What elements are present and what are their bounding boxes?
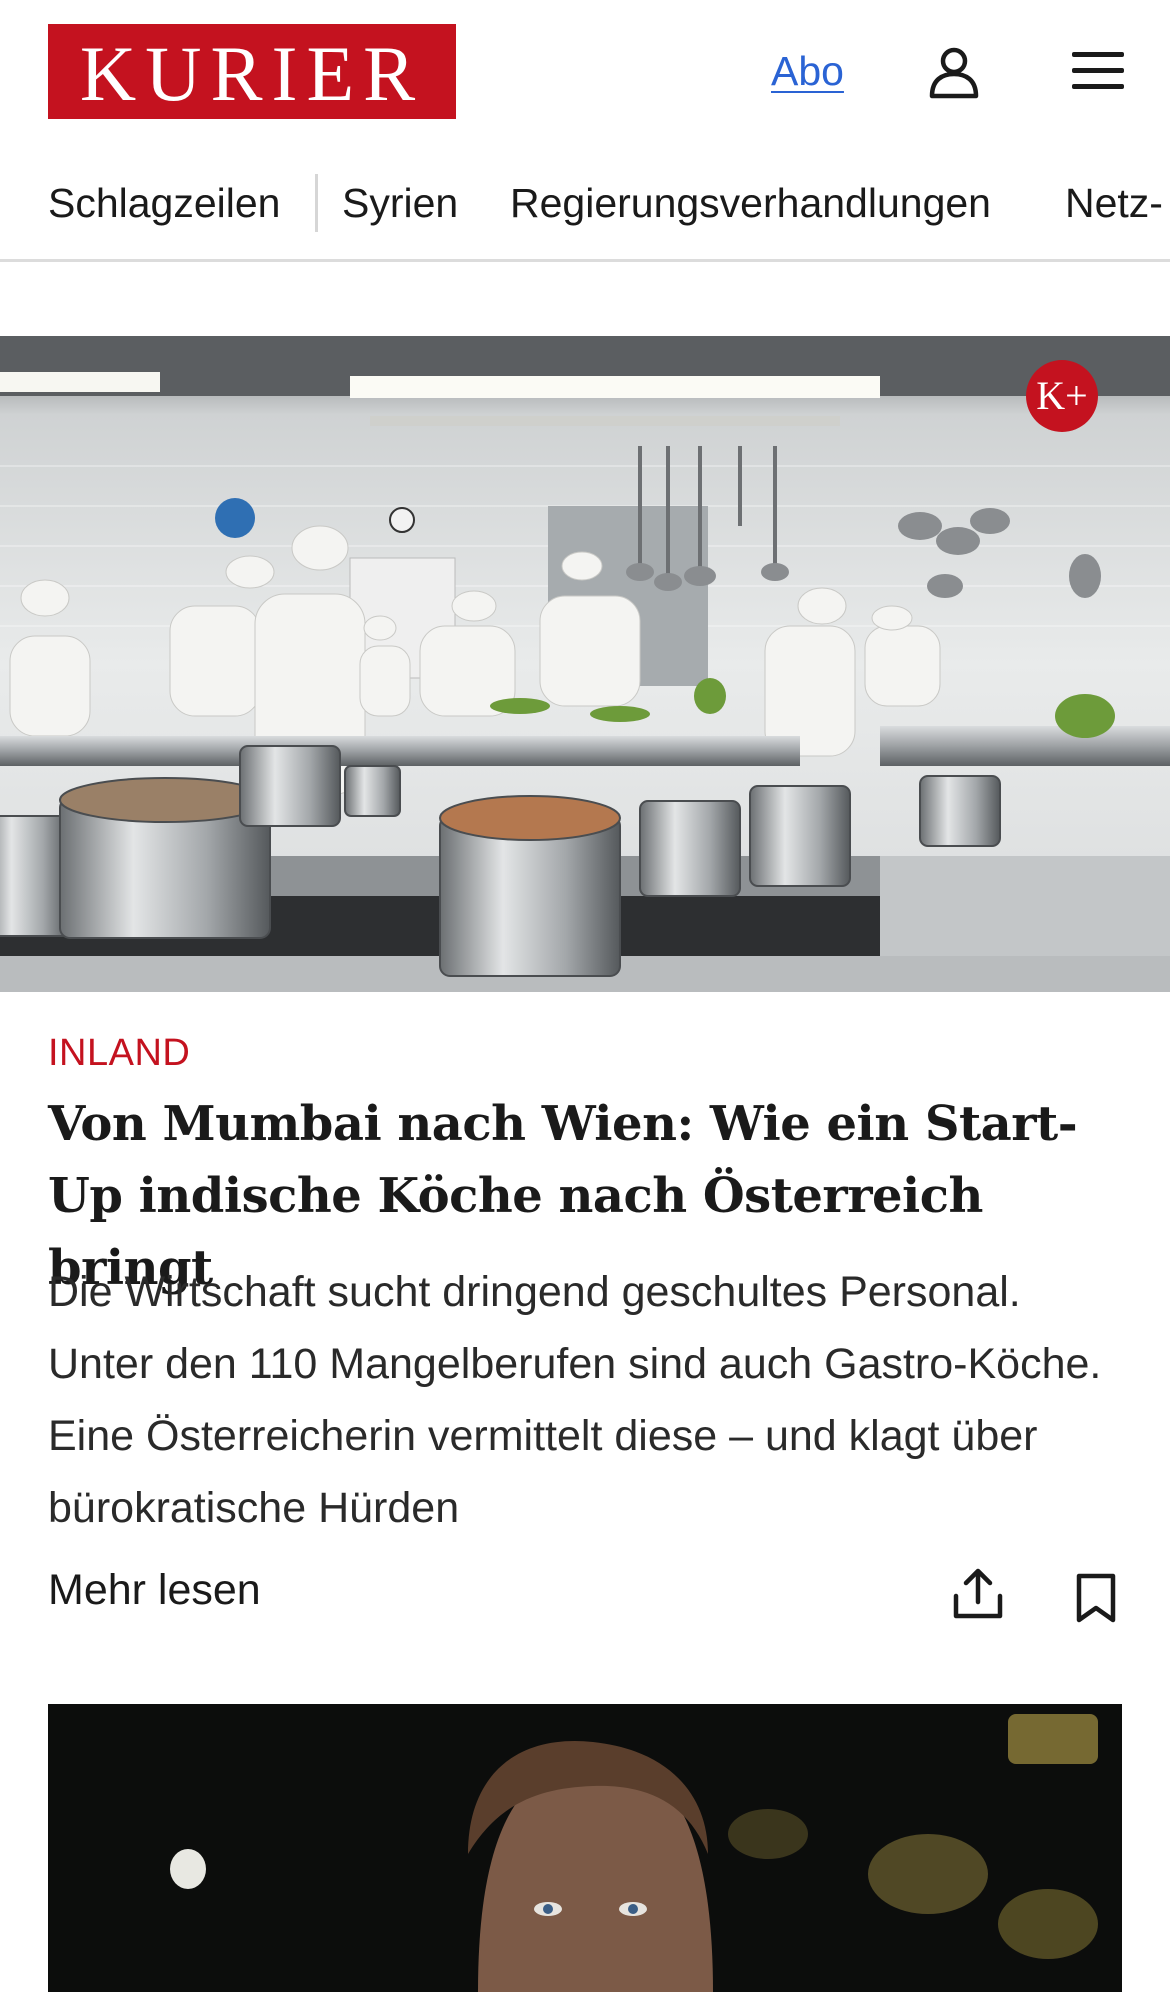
- bookmark-icon[interactable]: [1074, 1572, 1118, 1624]
- user-icon[interactable]: [926, 44, 982, 100]
- share-icon[interactable]: [952, 1566, 1004, 1622]
- read-more-link[interactable]: Mehr lesen: [48, 1566, 261, 1615]
- kurier-logo[interactable]: KURIER: [48, 24, 456, 119]
- topic-nav: Schlagzeilen Syrien Regierungsverhandlun…: [0, 150, 1170, 262]
- hamburger-menu-icon[interactable]: [1070, 46, 1126, 96]
- nav-divider: [315, 174, 318, 232]
- abo-link[interactable]: Abo: [771, 48, 844, 95]
- kplus-premium-badge: K+: [1026, 360, 1098, 432]
- article-image-portrait[interactable]: [48, 1704, 1122, 1992]
- kplus-badge-text: K+: [1036, 373, 1088, 418]
- nav-item-schlagzeilen[interactable]: Schlagzeilen: [48, 180, 281, 227]
- logo-text: KURIER: [79, 29, 425, 117]
- article-teaser[interactable]: Die Wirtschaft sucht dringend geschultes…: [48, 1256, 1128, 1544]
- site-header: KURIER Abo: [0, 0, 1170, 150]
- article-image-kitchen[interactable]: [0, 336, 1170, 992]
- nav-item-regierungsverhandlungen[interactable]: Regierungsverhandlungen: [510, 180, 991, 227]
- article-category[interactable]: INLAND: [48, 1032, 190, 1075]
- nav-item-netz[interactable]: Netz-: [1065, 180, 1163, 227]
- nav-item-syrien[interactable]: Syrien: [342, 180, 458, 227]
